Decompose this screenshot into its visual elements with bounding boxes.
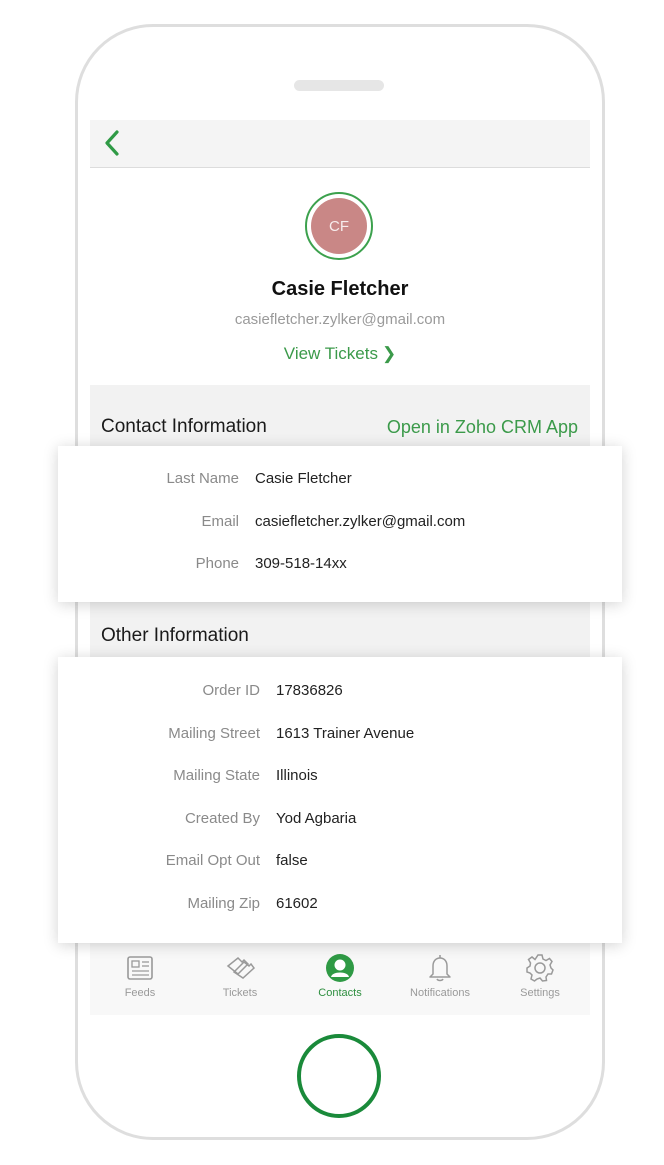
contacts-icon [326,954,354,982]
field-row-email: Email casiefletcher.zylker@gmail.com [58,513,622,537]
field-label: Order ID [202,682,260,699]
field-row-order-id: Order ID 17836826 [58,682,622,706]
field-row-created-by: Created By Yod Agbaria [58,810,622,834]
tab-tickets[interactable]: Tickets [190,942,290,1015]
feeds-icon [127,956,153,980]
top-bar [90,120,590,168]
tab-settings[interactable]: Settings [490,942,590,1015]
field-row-last-name: Last Name Casie Fletcher [58,470,622,494]
field-value: 61602 [276,895,318,912]
tab-label: Settings [520,987,560,999]
tickets-icon [226,956,256,979]
home-button[interactable] [297,1034,381,1118]
view-tickets-label: View Tickets [283,344,378,363]
field-label: Mailing State [173,767,260,784]
field-label: Created By [184,810,260,827]
bell-icon [429,955,451,982]
contact-information-card: Last Name Casie Fletcher Email casieflet… [58,446,622,602]
field-label: Phone [195,555,239,572]
field-value[interactable]: casiefletcher.zylker@gmail.com [255,513,465,530]
field-value: Illinois [276,767,318,784]
tab-contacts[interactable]: Contacts [290,942,390,1015]
field-row-email-opt-out: Email Opt Out false [58,852,622,876]
tab-feeds[interactable]: Feeds [90,942,190,1015]
phone-speaker [294,80,384,91]
other-information-heading: Other Information [101,625,249,646]
field-value: 17836826 [276,682,343,699]
field-value: Casie Fletcher [255,470,352,487]
field-row-mailing-state: Mailing State Illinois [58,767,622,791]
field-label: Mailing Zip [187,895,260,912]
tab-label: Contacts [318,987,362,999]
contact-information-heading: Contact Information [101,416,267,437]
field-label: Email [201,513,239,530]
avatar-ring: CF [305,192,373,260]
tab-notifications[interactable]: Notifications [390,942,490,1015]
other-information-card: Order ID 17836826 Mailing Street 1613 Tr… [58,657,622,943]
view-tickets-link[interactable]: View Tickets ❯ [90,344,590,364]
field-value: false [276,852,308,869]
field-row-mailing-zip: Mailing Zip 61602 [58,895,622,919]
tab-bar: Feeds Tickets Contacts Notifications Set… [90,942,590,1015]
tab-label: Tickets [222,987,258,999]
open-in-crm-link[interactable]: Open in Zoho CRM App [387,417,578,438]
field-row-phone: Phone 309-518-14xx [58,555,622,579]
tab-label: Feeds [124,987,156,999]
field-label: Email Opt Out [165,852,260,869]
avatar: CF [311,198,367,254]
field-value[interactable]: 309-518-14xx [255,555,347,572]
tab-label: Notifications [410,987,470,999]
back-arrow-icon[interactable] [102,129,122,157]
contact-email: casiefletcher.zylker@gmail.com [234,311,446,328]
field-label: Mailing Street [168,725,260,742]
field-row-mailing-street: Mailing Street 1613 Trainer Avenue [58,725,622,749]
field-value: 1613 Trainer Avenue [276,725,415,742]
field-value: Yod Agbaria [276,810,357,827]
contact-name: Casie Fletcher [271,278,409,300]
chevron-right-icon: ❯ [381,344,397,363]
gear-icon [526,954,554,982]
field-label: Last Name [166,470,239,487]
